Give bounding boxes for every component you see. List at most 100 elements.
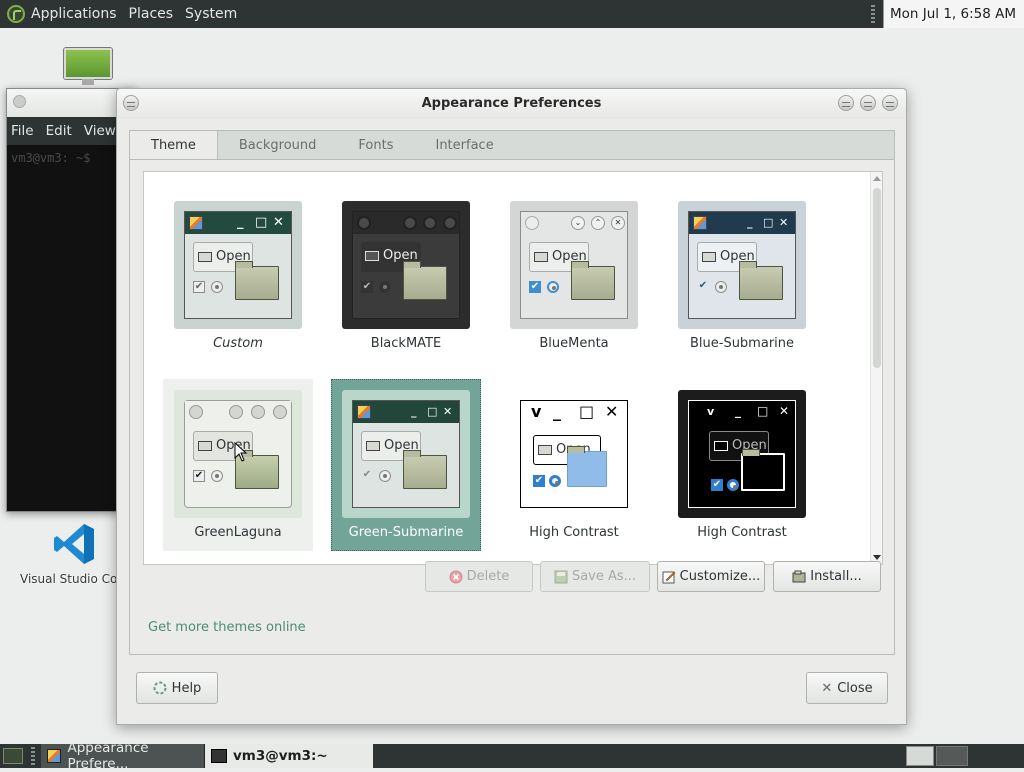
install-button[interactable]: Install... (773, 561, 881, 592)
minimize-icon: _ (237, 215, 244, 230)
help-label: Help (171, 680, 202, 696)
computer-desktop-icon[interactable] (64, 48, 112, 86)
workspace-2[interactable] (936, 746, 968, 766)
theme-item-blackmate[interactable]: Open ✔ BlackMATE (331, 190, 481, 362)
theme-preview-high-contrast: v _ □ ✕ Open ✔ (510, 390, 638, 518)
theme-preview-greenlaguna: Open ✔ (174, 390, 302, 518)
preview-titlebar: v _ □ ✕ (689, 401, 795, 423)
show-desktop-icon[interactable] (3, 748, 23, 764)
maximize-icon: □ (427, 405, 438, 418)
scroll-up-arrow-icon[interactable] (873, 176, 881, 181)
task-terminal[interactable]: vm3@vm3:~ (205, 744, 373, 768)
tab-theme[interactable]: Theme (130, 131, 218, 162)
theme-item-high-contrast[interactable]: v _ □ ✕ Open ✔ High Cont (499, 379, 649, 551)
close-icon: ✕ (611, 216, 625, 230)
terminal-menu-file[interactable]: File (11, 123, 34, 139)
theme-name: Green-Submarine (348, 525, 464, 540)
delete-button[interactable]: Delete (425, 561, 533, 592)
chevron-down-icon: v (707, 405, 715, 418)
theme-name: High Contrast (697, 525, 787, 540)
tab-interface[interactable]: Interface (414, 131, 514, 160)
preview-titlebar: _ □ ✕ (185, 212, 291, 234)
theme-preview-custom: _ □ ✕ Open ✔ (174, 201, 302, 329)
theme-item-blue-submarine[interactable]: _ □ ✕ Open ✔ Blue-Submarine (667, 190, 817, 362)
folder-icon (567, 446, 607, 487)
vscode-desktop-label[interactable]: Visual Studio Code (20, 572, 120, 586)
mouse-pointer-icon (234, 442, 248, 462)
theme-list[interactable]: _ □ ✕ Open ✔ Custom Open ✔ BlackMATE ⌄ ⌃… (143, 171, 883, 565)
get-more-themes-link[interactable]: Get more themes online (148, 620, 306, 635)
task-label: vm3@vm3:~ (233, 748, 328, 764)
mate-logo-icon[interactable] (7, 5, 25, 23)
appearance-preferences-dialog: Appearance Preferences Theme Background … (116, 88, 907, 725)
preview-titlebar: _ □ ✕ (689, 212, 795, 234)
close-label: Close (837, 680, 873, 696)
preview-titlebar: _ □ ✕ (353, 401, 459, 423)
theme-preview-blackmate: Open ✔ (342, 201, 470, 329)
folder-small-icon (198, 252, 212, 262)
maximize-icon: □ (757, 404, 769, 418)
theme-item-high-contrast-inverse[interactable]: v _ □ ✕ Open ✔ High Contrast (667, 379, 817, 551)
delete-icon (449, 570, 463, 583)
scrollbar-thumb[interactable] (873, 188, 881, 368)
maximize-icon: □ (763, 216, 774, 229)
terminal-menu-view[interactable]: View (84, 123, 116, 139)
task-appearance-preferences[interactable]: Appearance Prefere... (41, 740, 205, 772)
close-window-button[interactable] (882, 95, 898, 111)
scroll-down-arrow-icon[interactable] (873, 555, 881, 560)
folder-icon (571, 261, 615, 300)
dialog-titlebar[interactable]: Appearance Preferences (117, 89, 906, 119)
theme-item-bluementa[interactable]: ⌄ ⌃ ✕ Open ✔ BlueMenta (499, 190, 649, 362)
theme-name: BlueMenta (539, 336, 609, 351)
tab-fonts[interactable]: Fonts (337, 131, 414, 160)
panel-handle[interactable] (871, 5, 875, 23)
close-button[interactable]: ✕ Close (806, 672, 888, 704)
radio-icon (379, 281, 391, 293)
menu-system[interactable]: System (185, 6, 237, 22)
folder-icon (741, 449, 785, 491)
maximize-button[interactable] (860, 95, 876, 111)
tab-background[interactable]: Background (218, 131, 338, 160)
checkbox-icon: ✔ (711, 479, 723, 491)
folder-small-icon (366, 441, 380, 451)
vscode-icon[interactable] (52, 522, 96, 566)
checkbox-icon: ✔ (362, 469, 372, 480)
preview-window: _ □ ✕ Open ✔ (688, 211, 796, 319)
workspace-1[interactable] (906, 746, 934, 766)
theme-item-green-submarine[interactable]: _ □ ✕ Open ✔ Green-Submarine (331, 379, 481, 551)
menu-applications[interactable]: Applications (31, 6, 117, 22)
preview-window: ⌄ ⌃ ✕ Open ✔ (520, 211, 628, 319)
terminal-icon (211, 749, 227, 763)
radio-icon (715, 281, 727, 293)
theme-item-custom[interactable]: _ □ ✕ Open ✔ Custom (163, 190, 313, 362)
radio-icon (727, 479, 739, 491)
menu-places[interactable]: Places (129, 6, 174, 22)
terminal-menu-button[interactable] (13, 95, 26, 108)
theme-preview-blue-submarine: _ □ ✕ Open ✔ (678, 201, 806, 329)
radio-icon (379, 470, 391, 482)
theme-list-scrollbar[interactable] (870, 172, 882, 564)
help-button[interactable]: Help (136, 672, 218, 704)
taskbar-handle[interactable] (31, 747, 35, 765)
app-icon (189, 216, 203, 230)
menu-ball-icon (525, 216, 539, 230)
minimize-icon (229, 405, 243, 419)
preview-titlebar: v _ □ ✕ (521, 401, 627, 423)
clock[interactable]: Mon Jul 1, 6:58 AM (883, 0, 1024, 28)
preview-titlebar (185, 401, 291, 423)
monitor-screen (64, 48, 112, 79)
theme-tab-panel: _ □ ✕ Open ✔ Custom Open ✔ BlackMATE ⌄ ⌃… (129, 159, 895, 655)
minimize-icon: _ (411, 405, 417, 418)
preview-titlebar (353, 212, 459, 234)
dialog-title: Appearance Preferences (421, 96, 602, 111)
terminal-menu-edit[interactable]: Edit (46, 123, 72, 139)
save-as-button[interactable]: Save As... (540, 561, 650, 592)
theme-item-greenlaguna[interactable]: Open ✔ GreenLaguna (163, 379, 313, 551)
customize-button[interactable]: Customize... (657, 561, 765, 592)
checkbox-icon: ✔ (361, 281, 373, 293)
minimize-button[interactable] (838, 95, 854, 111)
maximize-icon (251, 405, 265, 419)
checkbox-icon: ✔ (529, 281, 541, 293)
radio-icon (211, 470, 223, 482)
menu-ball-icon (189, 405, 203, 419)
